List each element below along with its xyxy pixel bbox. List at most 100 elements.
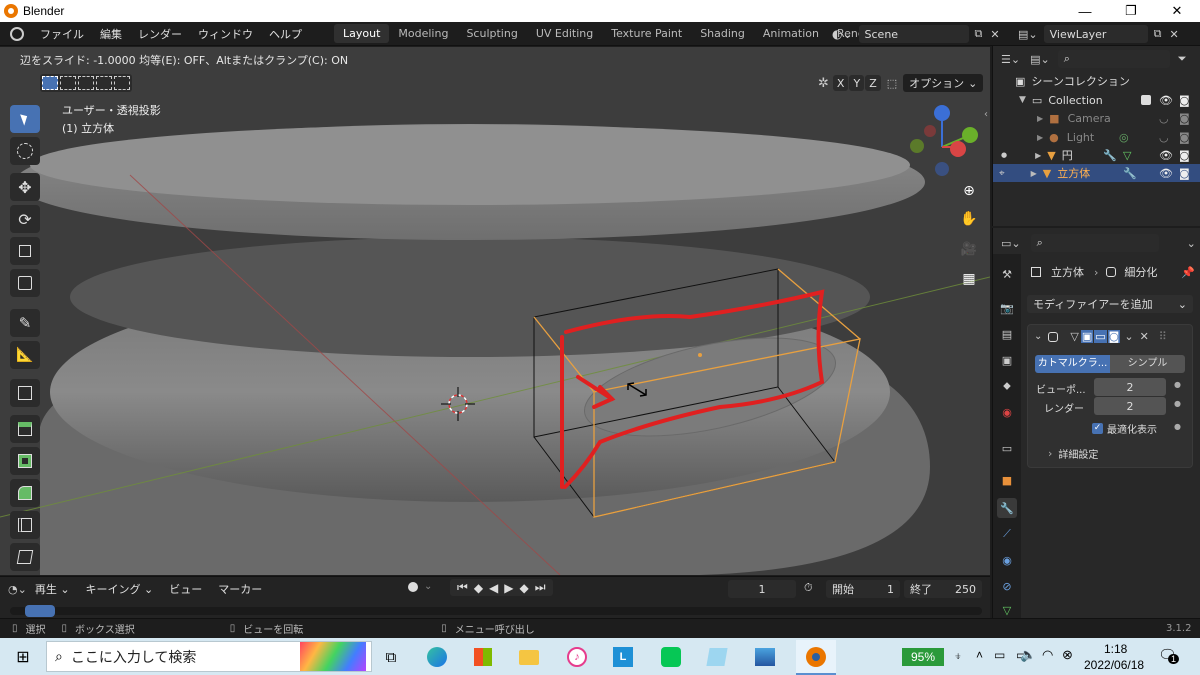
blender-menu-icon[interactable] — [10, 26, 24, 41]
auto-merge-icon[interactable]: ⬚ — [887, 77, 897, 90]
tool-bevel[interactable] — [10, 479, 40, 507]
menu-edit[interactable]: 編集 — [92, 26, 130, 42]
minimize-button[interactable]: — — [1062, 0, 1108, 22]
tool-inset[interactable] — [10, 447, 40, 475]
render-toggle-icon[interactable]: ◙ — [1107, 330, 1121, 343]
task-view-button[interactable]: ⧉ — [378, 644, 404, 670]
tool-annotate[interactable]: ✎ — [10, 309, 40, 337]
tab-modeling[interactable]: Modeling — [389, 24, 457, 43]
record-options-icon[interactable]: ⌄ — [424, 581, 432, 592]
tool-cursor[interactable] — [10, 137, 40, 165]
scene-field[interactable]: Scene — [858, 25, 969, 43]
tool-scale[interactable] — [10, 237, 40, 265]
pan-button[interactable]: ✋ — [957, 207, 981, 231]
catmull-clark-button[interactable]: カトマルクラ... — [1035, 355, 1110, 373]
select-intersect-icon[interactable] — [114, 76, 130, 90]
camera-view-button[interactable]: 🎥 — [957, 237, 981, 261]
tool-extrude[interactable] — [10, 415, 40, 443]
menu-help[interactable]: ヘルプ — [261, 26, 310, 42]
properties-search[interactable]: ⌕ — [1030, 234, 1159, 252]
delete-viewlayer-icon[interactable]: ✕ — [1169, 28, 1178, 41]
tab-texture-paint[interactable]: Texture Paint — [602, 24, 691, 43]
tab-sculpting[interactable]: Sculpting — [457, 24, 526, 43]
outliner-editor-icon[interactable]: ☰⌄ — [1001, 53, 1020, 66]
wifi-icon[interactable]: ◠ — [1042, 647, 1053, 663]
select-extend-icon[interactable] — [60, 76, 76, 90]
levels-render-field[interactable]: 2 — [1094, 397, 1166, 415]
tab-physics[interactable]: ◉ — [997, 550, 1017, 570]
record-button[interactable] — [408, 581, 418, 592]
menu-view[interactable]: ビュー — [161, 581, 210, 597]
collapse-icon[interactable]: ⌄ — [1034, 331, 1042, 342]
tab-layout[interactable]: Layout — [334, 24, 390, 43]
tab-tool[interactable]: ⚒ — [997, 264, 1017, 284]
expand-icon[interactable]: ▶ — [1037, 133, 1043, 142]
tab-object[interactable]: ■ — [997, 470, 1017, 490]
outliner-collection[interactable]: ▼ ▭ Collection 👁 ◙ — [993, 91, 1200, 109]
usb-icon[interactable]: ⍖ — [954, 648, 962, 664]
render-camera-icon[interactable]: ◙ — [1179, 94, 1190, 107]
l-app-button[interactable]: L — [610, 644, 636, 670]
properties-editor-icon[interactable]: ▭⌄ — [1001, 237, 1021, 250]
current-frame-field[interactable]: 1 — [728, 580, 796, 598]
maximize-button[interactable]: ❐ — [1108, 0, 1154, 22]
simple-button[interactable]: シンプル — [1110, 355, 1185, 373]
animate-dot-icon[interactable]: ● — [1174, 399, 1181, 408]
tab-modifiers[interactable]: 🔧 — [997, 498, 1017, 518]
visibility-eye-icon[interactable]: 👁 — [1159, 94, 1173, 107]
scene-icon[interactable]: ◐⌄ — [832, 27, 853, 41]
explorer-button[interactable] — [516, 644, 542, 670]
jump-start-icon[interactable]: ⏮ — [454, 580, 471, 595]
expand-icon[interactable]: ▶ — [1031, 169, 1037, 178]
itunes-button[interactable]: ♪ — [564, 644, 590, 670]
outliner-circle[interactable]: ● ▶ ▼ 円 🔧 ▽ 👁 ◙ — [993, 146, 1200, 164]
copy-viewlayer-icon[interactable]: ⧉ — [1154, 27, 1162, 41]
modifier-menu-icon[interactable]: ⌄ — [1124, 330, 1133, 343]
tab-animation[interactable]: Animation — [754, 24, 828, 43]
timeline-scrubber[interactable] — [10, 605, 982, 617]
end-frame-field[interactable]: 終了 250 — [904, 580, 982, 598]
menu-marker[interactable]: マーカー — [210, 581, 270, 597]
display-mode-icon[interactable]: ▤⌄ — [1030, 53, 1050, 66]
advanced-subpanel[interactable]: › 詳細設定 — [1048, 446, 1098, 461]
viewlayer-icon[interactable]: ▤⌄ — [1018, 28, 1038, 41]
notification-center-button[interactable]: 🗨 1 — [1158, 646, 1180, 666]
edit-cage-icon[interactable]: ▽ — [1070, 330, 1078, 343]
mirror-x-toggle[interactable]: X — [832, 75, 849, 91]
tab-output[interactable]: ▤ — [997, 324, 1017, 344]
3d-viewport[interactable]: 辺をスライド: -1.0000 均等(E): OFF、Altまたはクランプ(C)… — [0, 47, 990, 575]
tab-view-layer[interactable]: ▣ — [997, 350, 1017, 370]
menu-render[interactable]: レンダー — [130, 26, 190, 42]
options-dropdown[interactable]: オプション ⌄ — [903, 74, 984, 92]
tool-select[interactable] — [10, 105, 40, 133]
levels-viewport-field[interactable]: 2 — [1094, 378, 1166, 396]
tool-add-cube[interactable] — [10, 379, 40, 407]
copy-scene-icon[interactable]: ⧉ — [975, 27, 983, 41]
panel-options-icon[interactable]: ⌄ — [1187, 237, 1196, 250]
tool-move[interactable]: ✥ — [10, 173, 40, 201]
exclude-checkbox[interactable] — [1141, 95, 1151, 105]
ime-icon[interactable]: ⊗ — [1062, 647, 1073, 663]
menu-playback[interactable]: 再生 ⌄ — [27, 581, 78, 597]
clock-date[interactable]: 2022/06/18 — [1084, 658, 1144, 672]
render-camera-icon[interactable]: ◙ — [1179, 149, 1190, 162]
mirror-z-toggle[interactable]: Z — [865, 75, 881, 91]
viewlayer-field[interactable]: ViewLayer — [1043, 25, 1148, 43]
render-camera-icon[interactable]: ◙ — [1179, 112, 1190, 125]
next-keyframe-icon[interactable]: ◆ — [517, 581, 532, 595]
mirror-y-toggle[interactable]: Y — [849, 75, 865, 91]
chevron-up-icon[interactable]: ˄ — [976, 648, 983, 662]
start-frame-field[interactable]: 開始 1 — [826, 580, 900, 598]
visibility-eye-icon[interactable]: 👁 — [1159, 149, 1173, 162]
close-button[interactable]: ✕ — [1154, 0, 1200, 22]
store-button[interactable] — [470, 644, 496, 670]
battery-indicator[interactable]: 95% — [902, 648, 944, 666]
optimal-display-checkbox[interactable]: ✓ 最適化表示 — [1092, 421, 1157, 436]
volume-icon[interactable]: 🔈 — [1020, 647, 1036, 663]
visibility-eye-icon[interactable]: 👁 — [1159, 167, 1173, 180]
zoom-button[interactable]: ⊕ — [957, 179, 981, 203]
outliner-camera[interactable]: ▶ ■ Camera ◡ ◙ — [993, 109, 1200, 127]
play-icon[interactable]: ▶ — [501, 581, 516, 595]
tab-uv-editing[interactable]: UV Editing — [527, 24, 602, 43]
edit-mode-toggle-icon[interactable]: ▣ — [1080, 330, 1094, 343]
